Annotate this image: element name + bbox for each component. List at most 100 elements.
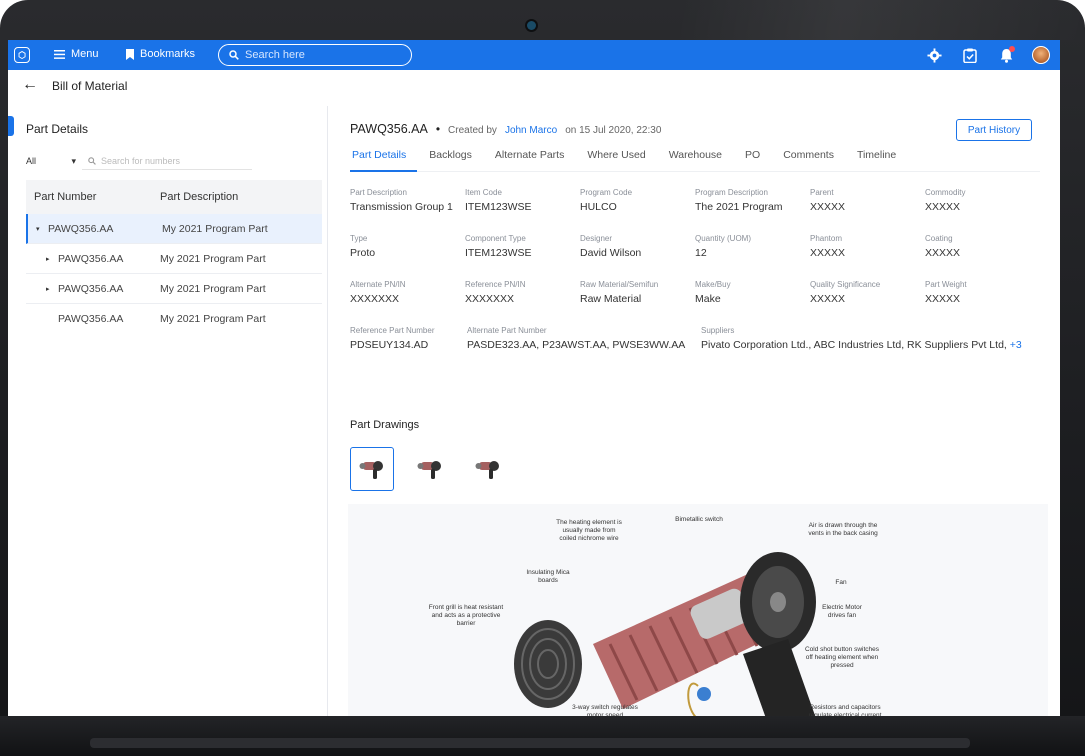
notifications-button[interactable]: [996, 45, 1016, 65]
field-program-description: Program Description The 2021 Program: [695, 188, 810, 234]
bookmarks-label: Bookmarks: [140, 48, 196, 60]
drawing-thumbnail[interactable]: [350, 447, 394, 491]
field-label: Quantity (UOM): [695, 234, 752, 243]
field-label: Parent: [810, 188, 834, 197]
field-label: Suppliers: [701, 326, 735, 335]
part-number-cell: PAWQ356.AA: [58, 252, 124, 265]
part-detail-panel: PAWQ356.AA • Created by John Marco on 15…: [348, 106, 1060, 716]
part-search-placeholder: Search for numbers: [101, 155, 181, 166]
part-description-cell: My 2021 Program Part: [160, 313, 266, 325]
field-label: Phantom: [810, 234, 843, 243]
field-reference-part-number: Reference Part Number PDSEUY134.AD: [350, 326, 467, 372]
field-value: ITEM123WSE: [465, 247, 532, 259]
field-value: David Wilson: [580, 247, 642, 259]
bookmarks-button[interactable]: Bookmarks: [126, 48, 195, 60]
tab-warehouse[interactable]: Warehouse: [669, 148, 733, 172]
field-label: Coating: [925, 234, 953, 243]
global-search-input[interactable]: [245, 49, 395, 61]
field-alternate-part-number: Alternate Part Number PASDE323.AA, P23AWS…: [467, 326, 701, 372]
part-number-cell: PAWQ356.AA: [58, 313, 124, 325]
caret-down-icon[interactable]: ▾: [36, 225, 44, 233]
diagram-label-heating: The heating element is usually made from…: [556, 519, 622, 542]
part-drawings-title: Part Drawings: [350, 419, 420, 431]
caret-right-icon[interactable]: ▸: [46, 255, 54, 263]
field-label: Alternate Part Number: [467, 326, 547, 335]
field-label: Program Description: [695, 188, 768, 197]
table-row[interactable]: ▸ PAWQ356.AA My 2021 Program Part: [26, 244, 322, 274]
detail-tabs: Part Details Backlogs Alternate Parts Wh…: [350, 148, 1040, 172]
field-parent: Parent XXXXX: [810, 188, 925, 234]
clipboard-check-icon: [963, 48, 977, 63]
part-history-button[interactable]: Part History: [956, 119, 1032, 141]
table-row[interactable]: ▸ PAWQ356.AA My 2021 Program Part: [26, 274, 322, 304]
drawing-thumbnail[interactable]: [466, 447, 510, 491]
search-icon: [229, 50, 239, 60]
settings-button[interactable]: [924, 45, 944, 65]
part-header: PAWQ356.AA • Created by John Marco on 15…: [350, 122, 661, 136]
more-suppliers-link[interactable]: +3: [1010, 339, 1022, 351]
field-value: Pivato Corporation Ltd., ABC Industries …: [701, 339, 1007, 351]
tasks-button[interactable]: [960, 45, 980, 65]
tab-where-used[interactable]: Where Used: [587, 148, 656, 172]
back-arrow-icon[interactable]: ←: [22, 76, 38, 94]
part-description-cell: My 2021 Program Part: [162, 222, 268, 235]
tab-timeline[interactable]: Timeline: [857, 148, 907, 172]
field-value: XXXXX: [925, 201, 961, 213]
created-by-link[interactable]: John Marco: [505, 125, 557, 136]
field-part-weight: Part Weight XXXXX: [925, 280, 1040, 326]
field-value: Transmission Group 1: [350, 201, 453, 213]
field-label: Reference PN/IN: [465, 280, 526, 289]
page-title: Bill of Material: [52, 79, 128, 93]
field-label: Part Weight: [925, 280, 967, 289]
field-label: Make/Buy: [695, 280, 731, 289]
tab-alternate-parts[interactable]: Alternate Parts: [495, 148, 575, 172]
diagram-label-motor: Electric Motor drives fan: [822, 604, 862, 619]
global-search[interactable]: [218, 44, 412, 66]
field-designer: Designer David Wilson: [580, 234, 695, 280]
drawing-thumbnail[interactable]: [408, 447, 452, 491]
field-label: Item Code: [465, 188, 502, 197]
field-label: Quality Significance: [810, 280, 881, 289]
field-raw-material: Raw Material/Semifun Raw Material: [580, 280, 695, 326]
tab-comments[interactable]: Comments: [783, 148, 845, 172]
gear-icon: [926, 47, 942, 63]
menu-label: Menu: [71, 48, 99, 60]
part-search[interactable]: Search for numbers: [82, 152, 252, 170]
top-nav: ⬡ Menu Bookmarks: [8, 40, 1060, 70]
field-label: Component Type: [465, 234, 526, 243]
field-value: HULCO: [580, 201, 617, 213]
user-avatar[interactable]: [1032, 46, 1050, 64]
field-coating: Coating XXXXX: [925, 234, 1040, 280]
tab-part-details[interactable]: Part Details: [350, 148, 418, 172]
created-prefix: Created by: [448, 125, 497, 136]
tab-backlogs[interactable]: Backlogs: [429, 148, 483, 172]
sidebar-toggle[interactable]: [8, 116, 14, 136]
notification-badge: [1009, 46, 1015, 52]
hair-dryer-icon: [417, 461, 441, 479]
field-value: XXXXX: [810, 293, 846, 305]
menu-button[interactable]: Menu: [54, 48, 99, 60]
drawing-preview[interactable]: The heating element is usually made from…: [348, 504, 1048, 716]
column-header-part-number[interactable]: Part Number: [26, 191, 160, 203]
field-value: PASDE323.AA, P23AWST.AA, PWSE3WW.AA: [467, 339, 686, 351]
part-number-cell: PAWQ356.AA: [58, 282, 124, 295]
filter-value: All: [26, 155, 37, 166]
table-row[interactable]: ▾ PAWQ356.AA My 2021 Program Part: [26, 214, 322, 244]
tab-po[interactable]: PO: [745, 148, 771, 172]
field-item-code: Item Code ITEM123WSE: [465, 188, 580, 234]
part-number-title: PAWQ356.AA: [350, 122, 428, 136]
diagram-label-mica: Insulating Mica boards: [526, 569, 570, 584]
app-logo-icon[interactable]: ⬡: [14, 47, 30, 63]
field-label: Reference Part Number: [350, 326, 435, 335]
field-quantity: Quantity (UOM) 12: [695, 234, 810, 280]
caret-right-icon[interactable]: ▸: [46, 285, 54, 293]
field-value: XXXXX: [925, 247, 961, 259]
filter-select[interactable]: All ▾: [26, 156, 82, 167]
field-value: Make: [695, 293, 721, 305]
hair-dryer-icon: [475, 461, 499, 479]
column-header-part-description[interactable]: Part Description: [160, 191, 320, 203]
field-quality-significance: Quality Significance XXXXX: [810, 280, 925, 326]
app-screen: ⬡ Menu Bookmarks Search here ← Bill of M…: [8, 40, 1060, 716]
table-row[interactable]: PAWQ356.AA My 2021 Program Part: [26, 304, 322, 334]
field-value: Raw Material: [580, 293, 642, 305]
